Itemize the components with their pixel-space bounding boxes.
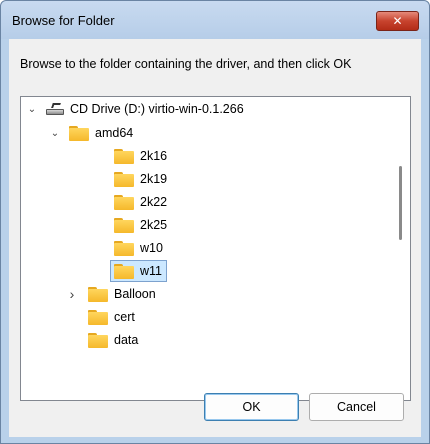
tree-item-data[interactable]: data	[88, 329, 138, 351]
dialog-body: Browse to the folder containing the driv…	[9, 39, 421, 437]
tree-item-balloon[interactable]: › Balloon	[66, 283, 156, 305]
tree-item-2k16[interactable]: 2k16	[114, 145, 167, 167]
close-button[interactable]: ✕	[376, 11, 419, 31]
tree-item-cert[interactable]: cert	[88, 306, 135, 328]
chevron-down-icon[interactable]: ⌄	[49, 127, 61, 139]
ok-button[interactable]: OK	[204, 393, 299, 421]
close-icon: ✕	[392, 14, 403, 28]
tree-item-label: 2k16	[140, 149, 168, 163]
cd-drive-icon	[46, 102, 64, 116]
folder-icon	[114, 240, 134, 256]
tree-item-w11[interactable]: w11	[110, 260, 168, 282]
tree-item-2k25[interactable]: 2k25	[114, 214, 167, 236]
folder-icon	[114, 148, 134, 164]
folder-icon	[114, 171, 134, 187]
window-title: Browse for Folder	[12, 13, 115, 28]
tree-item-label: 2k19	[140, 172, 168, 186]
instruction-text: Browse to the folder containing the driv…	[20, 57, 352, 71]
folder-icon	[88, 332, 108, 348]
folder-icon	[88, 309, 108, 325]
tree-item-label: amd64	[95, 126, 134, 140]
tree-item-cd-drive[interactable]: ⌄ CD Drive (D:) virtio-win-0.1.266	[26, 98, 244, 120]
title-bar[interactable]: Browse for Folder ✕	[1, 1, 429, 39]
tree-item-w10[interactable]: w10	[114, 237, 163, 259]
folder-icon	[114, 217, 134, 233]
chevron-right-icon[interactable]: ›	[66, 286, 78, 302]
tree-item-label: Balloon	[114, 287, 156, 301]
tree-item-2k22[interactable]: 2k22	[114, 191, 167, 213]
tree-item-label: 2k22	[140, 195, 168, 209]
chevron-down-icon[interactable]: ⌄	[26, 103, 38, 115]
cancel-button[interactable]: Cancel	[309, 393, 404, 421]
tree-item-label: w10	[140, 241, 163, 255]
tree-item-label: cert	[114, 310, 135, 324]
tree-item-amd64[interactable]: ⌄ amd64	[49, 122, 133, 144]
folder-icon	[114, 263, 134, 279]
scrollbar-thumb[interactable]	[399, 166, 402, 240]
tree-item-label: data	[114, 333, 139, 347]
folder-icon	[88, 286, 108, 302]
folder-icon	[69, 125, 89, 141]
tree-item-label: 2k25	[140, 218, 168, 232]
tree-item-label: w11	[140, 264, 163, 278]
tree-item-2k19[interactable]: 2k19	[114, 168, 167, 190]
browse-for-folder-dialog: Browse for Folder ✕ Browse to the folder…	[0, 0, 430, 444]
folder-icon	[114, 194, 134, 210]
tree-item-label: CD Drive (D:) virtio-win-0.1.266	[70, 102, 244, 116]
folder-tree[interactable]: ⌄ CD Drive (D:) virtio-win-0.1.266 ⌄ amd…	[20, 96, 411, 401]
